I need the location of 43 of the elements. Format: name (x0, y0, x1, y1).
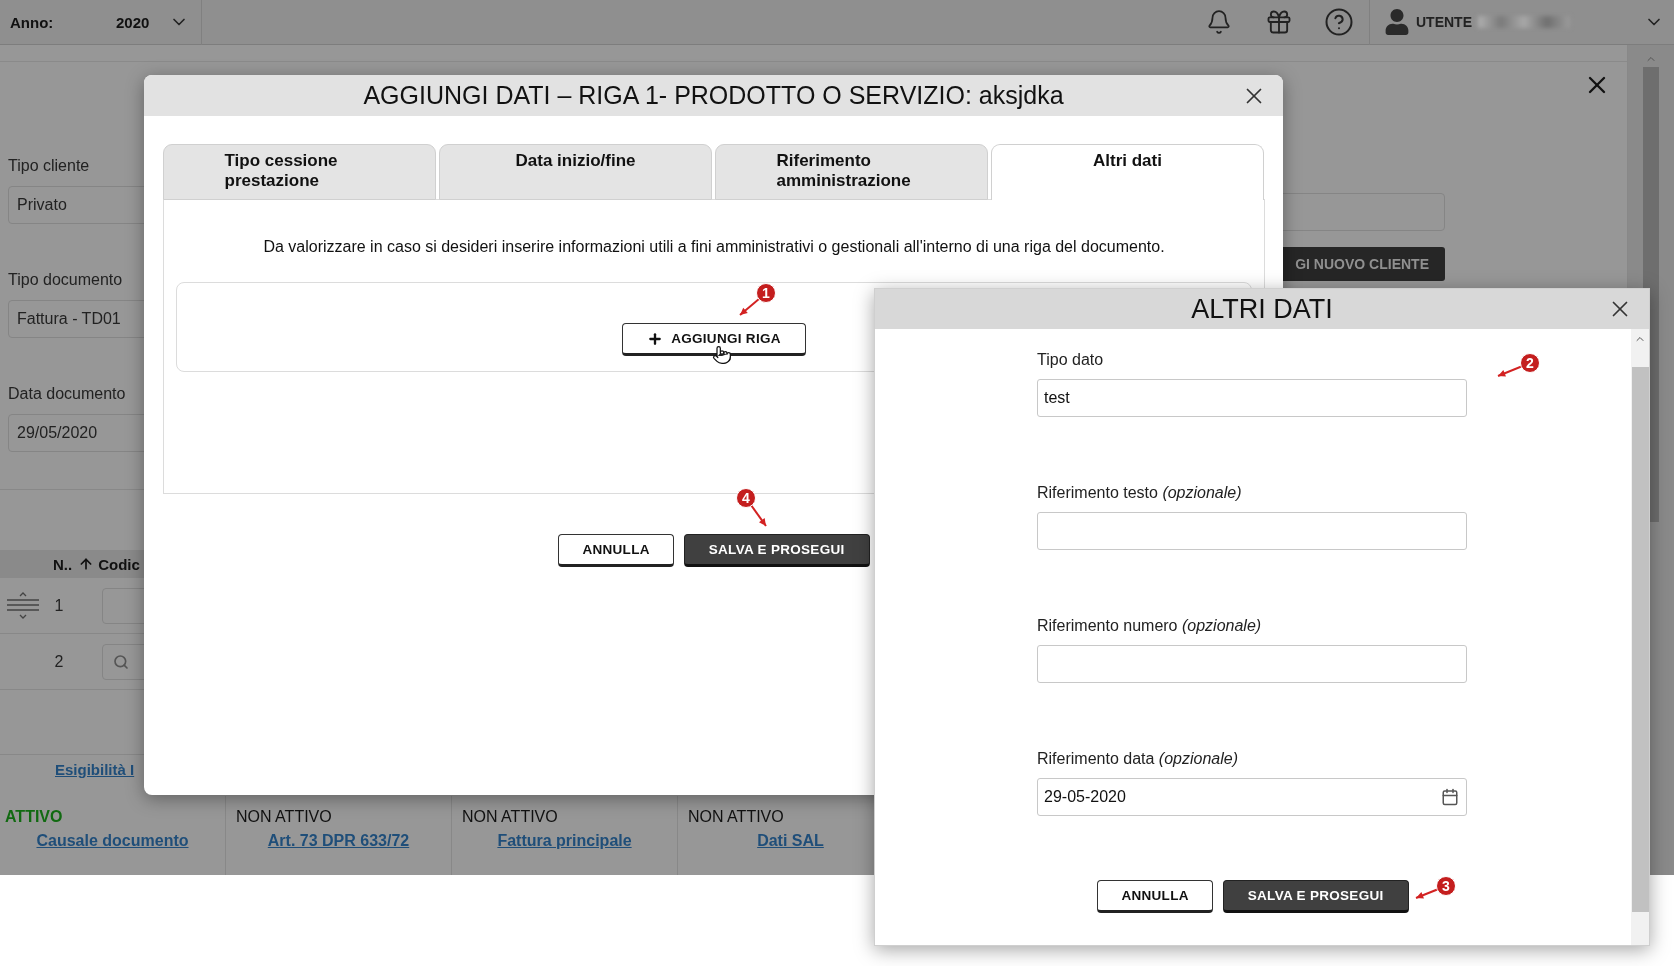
dialog-title: ALTRI DATI (1191, 293, 1333, 325)
dialog-title: AGGIUNGI DATI – RIGA 1- PRODOTTO O SERVIZIO: aksjdka (363, 81, 1064, 110)
plus-icon (647, 330, 664, 347)
text-field[interactable] (1037, 512, 1467, 550)
year-value[interactable]: 2020 (116, 13, 150, 31)
row-number: 2 (53, 652, 65, 671)
tab[interactable]: Riferimento amministrazione (715, 144, 988, 200)
save-button[interactable]: SALVA E PROSEGUI (1222, 880, 1409, 913)
field-label: Data documento (8, 384, 126, 404)
calendar-icon[interactable] (1441, 788, 1459, 806)
cancel-button[interactable]: ANNULLA (558, 534, 674, 567)
text-field[interactable]: test (1037, 379, 1467, 417)
status-label: NON ATTIVO (235, 808, 333, 826)
cancel-button[interactable]: ANNULLA (1097, 880, 1213, 913)
year-label: Anno: (10, 13, 55, 31)
field-label: Riferimento numero (opzionale) (1037, 616, 1262, 636)
status-label: ATTIVO (4, 808, 64, 826)
date-field[interactable]: 29-05-2020 (1037, 778, 1467, 816)
hand-cursor-icon (712, 345, 732, 365)
field-label: Riferimento testo (opzionale) (1037, 483, 1242, 503)
field-label: Tipo cliente (8, 156, 90, 176)
description-text: Da valorizzare in caso si desideri inserire informazioni utili a fini amministrativi o gestionali all'interno di una riga del documento. (262, 238, 1166, 256)
gift-icon[interactable] (1265, 8, 1293, 36)
field-label: Riferimento data (opzionale) (1037, 749, 1238, 769)
row-number: 1 (53, 596, 65, 615)
text-field[interactable] (1037, 645, 1467, 683)
status-label: NON ATTIVO (461, 808, 559, 826)
save-button[interactable]: SALVA E PROSEGUI (683, 534, 870, 567)
tab[interactable]: Tipo cessione prestazione (163, 144, 436, 200)
tab[interactable]: Data inizio/fine (439, 144, 712, 200)
search-icon[interactable] (113, 653, 129, 670)
add-row-button[interactable]: AGGIUNGI RIGA (622, 323, 806, 356)
help-icon[interactable] (1324, 7, 1354, 37)
status-label: NON ATTIVO (687, 808, 785, 826)
column-header[interactable]: N.. (53, 555, 73, 573)
user-name[interactable]: UTENTE (1416, 14, 1472, 30)
bell-icon[interactable] (1206, 9, 1232, 35)
drag-handle-icon[interactable] (6, 590, 40, 621)
tab[interactable]: Altri dati (991, 144, 1264, 200)
field-label: Tipo documento (8, 270, 123, 290)
user-icon[interactable] (1384, 9, 1410, 35)
field-label: Tipo dato (1037, 350, 1104, 370)
column-header[interactable]: Codic (98, 555, 140, 573)
